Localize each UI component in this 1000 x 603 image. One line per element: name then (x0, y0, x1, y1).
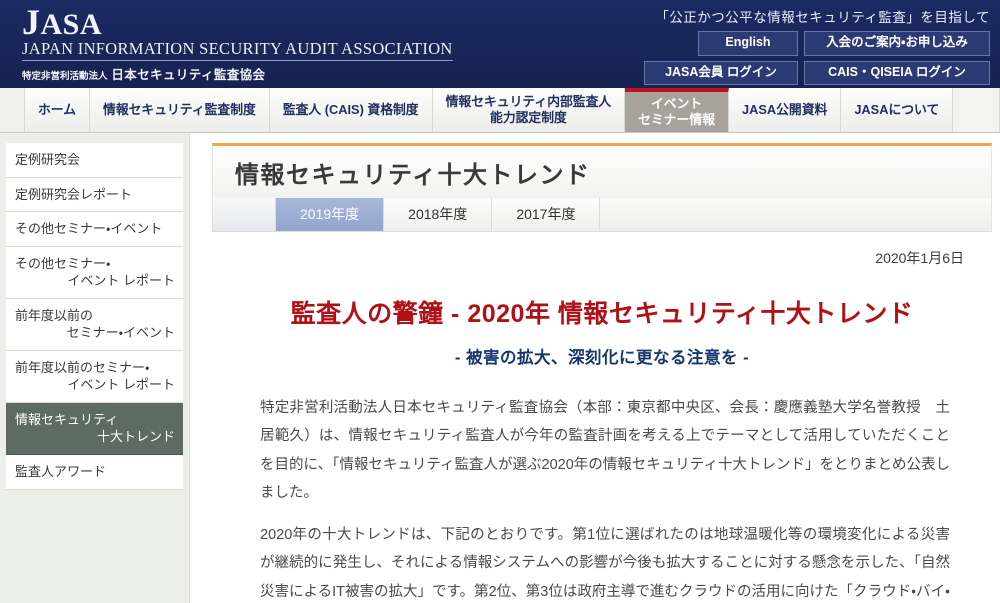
article-paragraph: 2020年の十大トレンドは、下記のとおりです。第1位に選ばれたのは地球温暖化等の… (260, 527, 950, 600)
page-wrapper: 定例研究会 定例研究会レポート その他セミナー・イベント その他セミナー・ イベ… (0, 133, 1000, 603)
site-header: JASA JAPAN INFORMATION SECURITY AUDIT AS… (0, 0, 1000, 88)
nav-item-label: イベント (651, 96, 703, 112)
sidebar-item-label: その他セミナー・イベント (15, 221, 163, 237)
article-heading: 監査人の警鐘 - 2020年 情報セキュリティ十大トレンド (290, 300, 914, 328)
logo-full-drop-cap: J (22, 39, 29, 58)
logo-full-name: JAPAN INFORMATION SECURITY AUDIT ASSOCIA… (22, 39, 453, 61)
header-button-row-2: JASA会員 ログイン CAIS・QISEIA ログイン (644, 60, 990, 86)
header-button-row-1: English 入会のご案内・お申し込み (644, 31, 990, 56)
sidebar-item-label: 情報セキュリティ (15, 411, 119, 427)
sidebar-item-regular-study-report[interactable]: 定例研究会レポート (6, 177, 183, 213)
jasa-member-login-button[interactable]: JASA会員 ログイン (644, 60, 798, 86)
main-navigation: ホーム 情報セキュリティ監査制度 監査人 (CAIS) 資格制度 情報セキュリテ… (0, 88, 1000, 133)
english-button[interactable]: English (698, 31, 798, 56)
nav-item-label: JASA公開資料 (741, 102, 828, 118)
sidebar-item-label: 監査人アワード (15, 464, 107, 480)
cais-qiseia-login-button[interactable]: CAIS・QISEIA ログイン (804, 60, 990, 86)
sidebar-item-past-seminar-reports[interactable]: 前年度以前のセミナー・ イベント レポート (6, 350, 183, 403)
logo-japanese-main: 日本セキュリティ監査協会 (111, 68, 266, 82)
nav-item-public-documents[interactable]: JASA公開資料 (728, 88, 842, 132)
sidebar-item-label: 定例研究会 (15, 152, 81, 167)
tab-2018[interactable]: 2018年度 (384, 198, 493, 231)
article-date: 2020年1月6日 (875, 250, 964, 266)
sidebar: 定例研究会 定例研究会レポート その他セミナー・イベント その他セミナー・ イベ… (0, 133, 190, 603)
sidebar-item-other-seminars[interactable]: その他セミナー・イベント (6, 212, 183, 247)
nav-item-internal-auditor[interactable]: 情報セキュリティ内部監査人 能力認定制度 (432, 88, 626, 132)
nav-item-events-seminars[interactable]: イベント セミナー情報 (625, 88, 729, 132)
nav-item-audit-system[interactable]: 情報セキュリティ監査制度 (90, 88, 270, 132)
logo-acronym-drop-cap: J (22, 2, 41, 42)
nav-item-cais-qualification[interactable]: 監査人 (CAIS) 資格制度 (269, 88, 433, 132)
article: 2020年1月6日 監査人の警鐘 - 2020年 情報セキュリティ十大トレンド … (212, 248, 992, 603)
logo-acronym-rest: ASA (40, 8, 103, 41)
page-title-bar: 情報セキュリティ十大トレンド (212, 143, 992, 198)
page-title: 情報セキュリティ十大トレンド (235, 162, 591, 189)
site-tagline: 「公正かつ公平な情報セキュリティ監査」を目指して (655, 10, 990, 25)
sidebar-item-label: 定例研究会レポート (15, 186, 133, 202)
nav-spacer (953, 88, 1000, 132)
nav-item-label: 情報セキュリティ監査制度 (103, 102, 256, 118)
tab-2017[interactable]: 2017年度 (492, 198, 601, 231)
content-inner: 情報セキュリティ十大トレンド 2019年度 2018年度 2017年度 2020… (212, 143, 992, 603)
sidebar-item-past-seminars[interactable]: 前年度以前の セミナー・イベント (6, 298, 183, 351)
nav-item-label-line2: セミナー情報 (638, 112, 715, 127)
header-right-area: 「公正かつ公平な情報セキュリティ監査」を目指して English 入会のご案内・… (644, 6, 990, 88)
site-logo[interactable]: JASA JAPAN INFORMATION SECURITY AUDIT AS… (22, 4, 453, 83)
year-tab-lead-spacer (213, 198, 276, 231)
sidebar-item-auditor-award[interactable]: 監査人アワード (6, 455, 183, 490)
nav-item-label: 監査人 (CAIS) 資格制度 (282, 102, 419, 118)
nav-item-label: JASAについて (854, 102, 940, 118)
logo-japanese-name: 特定非営利活動法人 日本セキュリティ監査協会 (22, 64, 453, 83)
sidebar-item-other-seminar-reports[interactable]: その他セミナー・ イベント レポート (6, 246, 183, 299)
sidebar-item-label-line2: イベント レポート (67, 377, 175, 393)
logo-japanese-prefix: 特定非営利活動法人 (22, 71, 108, 82)
sidebar-item-label-line2: イベント レポート (67, 273, 175, 289)
tab-2019[interactable]: 2019年度 (276, 198, 385, 231)
sidebar-item-label: 前年度以前の (15, 307, 94, 323)
sidebar-item-label-line2: 十大トレンド (96, 429, 175, 445)
article-subheading: - 被害の拡大、深刻化に更なる注意を - (454, 349, 750, 367)
year-tab-bar: 2019年度 2018年度 2017年度 (212, 198, 992, 232)
main-content: 情報セキュリティ十大トレンド 2019年度 2018年度 2017年度 2020… (190, 133, 1000, 603)
sidebar-item-label: 前年度以前のセミナー・ (15, 359, 150, 375)
sidebar-item-label-line2: セミナー・イベント (66, 325, 175, 341)
logo-full-rest: APAN INFORMATION SECURITY AUDIT ASSOCIAT… (28, 39, 453, 58)
article-body: 特定非営利活動法人日本セキュリティ監査協会（本部：東京都中央区、会長：慶應義塾大… (260, 394, 950, 603)
sidebar-item-ten-major-trends[interactable]: 情報セキュリティ 十大トレンド (6, 402, 183, 456)
membership-guide-button[interactable]: 入会のご案内・お申し込み (804, 31, 990, 56)
nav-item-home[interactable]: ホーム (24, 88, 91, 132)
nav-item-label-line2: 能力認定制度 (490, 110, 567, 125)
logo-acronym: JASA (22, 4, 453, 41)
sidebar-item-label: その他セミナー・ (15, 255, 111, 271)
year-tab-tail-spacer (600, 198, 991, 231)
nav-item-about-jasa[interactable]: JASAについて (841, 88, 954, 132)
nav-item-label: ホーム (38, 102, 77, 118)
nav-item-label: 情報セキュリティ内部監査人 (445, 94, 612, 110)
article-paragraph: 特定非営利活動法人日本セキュリティ監査協会（本部：東京都中央区、会長：慶應義塾大… (260, 400, 950, 501)
sidebar-item-regular-study-group[interactable]: 定例研究会 (6, 143, 183, 178)
